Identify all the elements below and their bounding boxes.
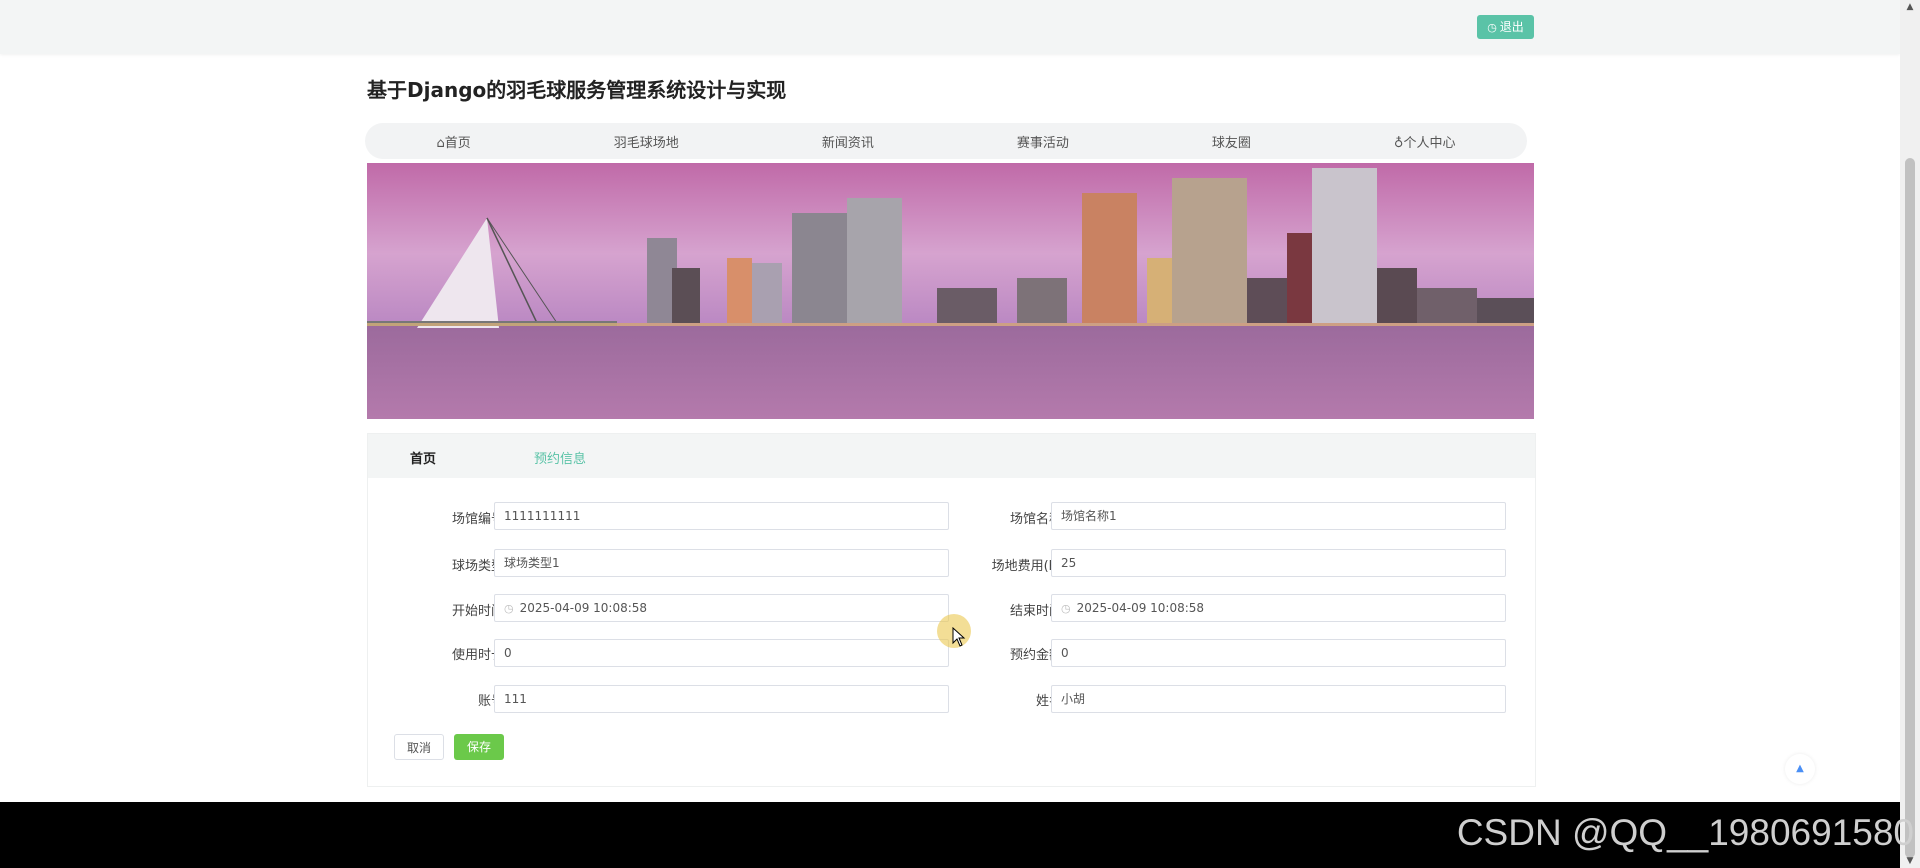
clock-icon: ◷	[504, 602, 514, 615]
field-label-court-fee: 场地费用(h)	[991, 559, 1062, 574]
booking-amount-input[interactable]: 0	[1051, 639, 1506, 667]
field-label-court-type: 球场类型	[451, 559, 504, 574]
main-nav: ⌂首页 羽毛球场地 新闻资讯 赛事活动 球友圈 ♁个人中心	[365, 123, 1527, 159]
home-icon: ⌂	[436, 135, 445, 151]
scroll-down-arrow-icon[interactable]: ▼	[1900, 854, 1920, 868]
nav-item-home[interactable]: ⌂首页	[437, 132, 471, 151]
page-scrollbar[interactable]: ▲ ▼	[1900, 0, 1920, 868]
field-label-venue-name: 场馆名称	[1009, 512, 1062, 527]
end-time-value: 2025-04-09 10:08:58	[1076, 601, 1205, 615]
start-time-input[interactable]: ◷ 2025-04-09 10:08:58	[494, 594, 949, 622]
watermark: CSDN @QQ__1980691580	[1456, 812, 1914, 853]
logout-button[interactable]: ◷ 退出	[1477, 15, 1534, 39]
end-time-input[interactable]: ◷ 2025-04-09 10:08:58	[1051, 594, 1506, 622]
scroll-thumb[interactable]	[1905, 158, 1915, 858]
court-fee-input[interactable]: 25	[1051, 549, 1506, 577]
breadcrumb: 首页 预约信息	[368, 434, 1535, 478]
site-title: 基于Django的羽毛球服务管理系统设计与实现	[367, 78, 787, 102]
field-label-duration: 使用时长	[451, 648, 504, 663]
field-label-venue-id: 场馆编号	[451, 512, 504, 527]
field-label-account: 账号	[477, 694, 504, 709]
nav-item-events[interactable]: 赛事活动	[1017, 132, 1069, 151]
account-input[interactable]: 111	[494, 685, 949, 713]
start-time-value: 2025-04-09 10:08:58	[519, 601, 648, 615]
form-panel: 首页 预约信息 场馆编号 1111111111 场馆名称 场馆名称1 球场类型 …	[367, 433, 1536, 787]
caret-up-icon: ▲	[1796, 763, 1804, 774]
field-label-name: 姓名	[1035, 694, 1062, 709]
back-to-top-button[interactable]: ▲	[1785, 754, 1815, 784]
nav-item-community[interactable]: 球友圈	[1212, 132, 1251, 151]
venue-name-input[interactable]: 场馆名称1	[1051, 502, 1506, 530]
nav-item-courts[interactable]: 羽毛球场地	[614, 132, 679, 151]
name-input[interactable]: 小胡	[1051, 685, 1506, 713]
save-button[interactable]: 保存	[454, 734, 504, 760]
nav-item-news[interactable]: 新闻资讯	[822, 132, 874, 151]
field-label-start-time: 开始时间	[451, 604, 504, 619]
breadcrumb-home[interactable]: 首页	[410, 448, 436, 467]
cancel-button[interactable]: 取消	[394, 734, 444, 760]
logout-label: 退出	[1499, 20, 1524, 34]
nav-item-profile[interactable]: ♁个人中心	[1394, 132, 1456, 151]
clock-icon: ◷	[1061, 602, 1071, 615]
scroll-up-arrow-icon[interactable]: ▲	[1900, 0, 1920, 14]
court-type-input[interactable]: 球场类型1	[494, 549, 949, 577]
venue-id-input[interactable]: 1111111111	[494, 502, 949, 530]
banner-image	[367, 163, 1534, 419]
breadcrumb-current: 预约信息	[534, 452, 587, 467]
mouse-cursor-icon	[952, 627, 966, 647]
duration-input[interactable]: 0	[494, 639, 949, 667]
clock-icon: ◷	[1487, 21, 1497, 34]
top-bar: ◷ 退出	[0, 0, 1900, 54]
